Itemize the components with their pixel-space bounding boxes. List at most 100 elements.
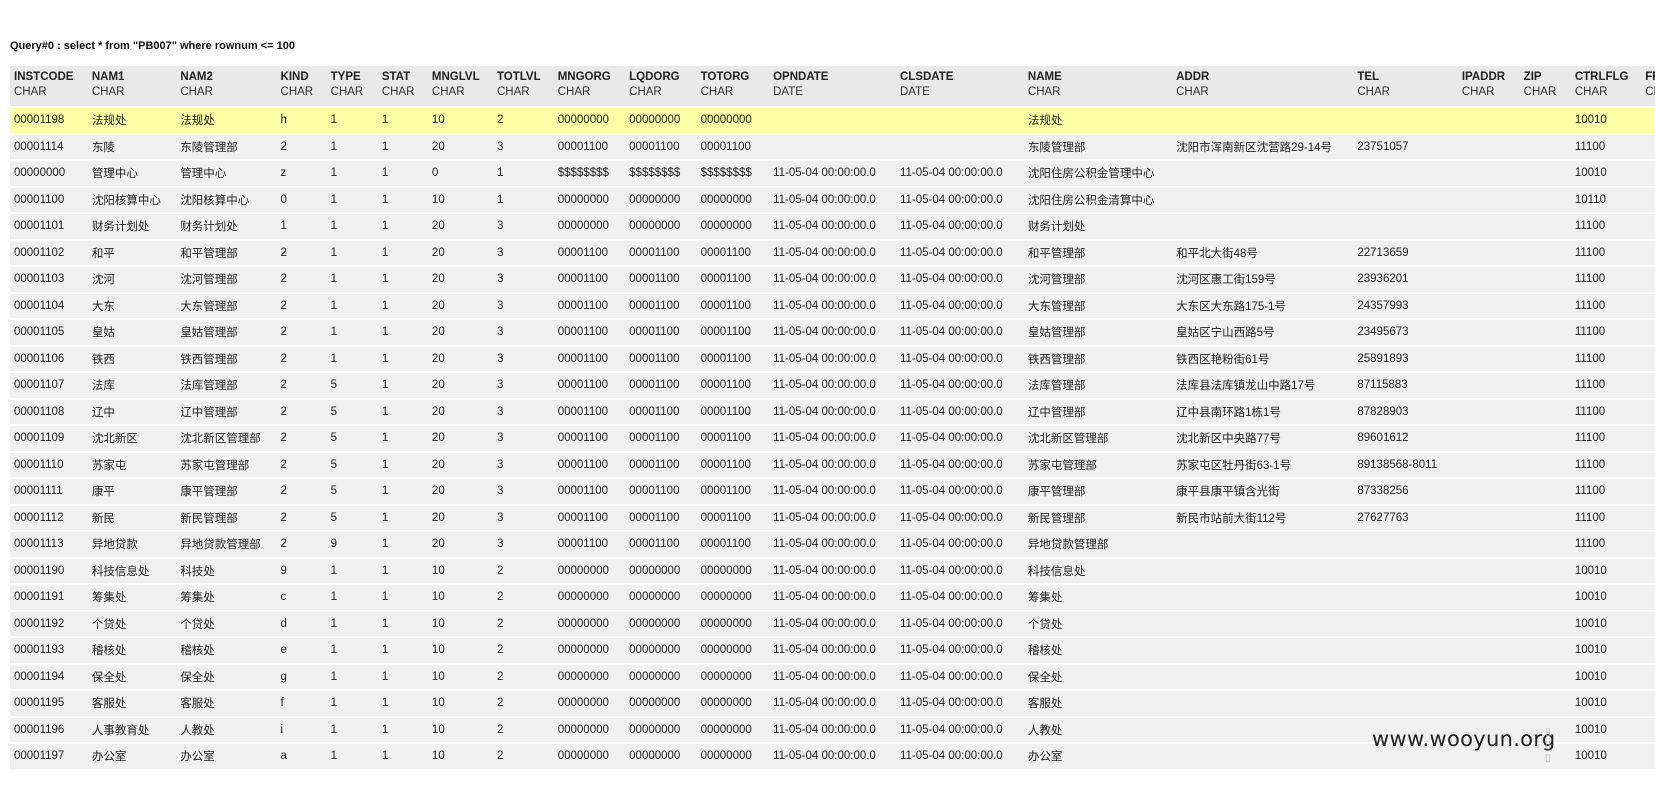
- cell-totlvl[interactable]: 2: [492, 611, 554, 638]
- cell-ctrlflg[interactable]: 11100: [1570, 267, 1642, 294]
- cell-instcode[interactable]: 00001107: [10, 373, 88, 400]
- cell-ipaddr[interactable]: [1457, 267, 1520, 294]
- cell-totorg[interactable]: 00001100: [696, 426, 770, 453]
- cell-tel[interactable]: [1353, 532, 1458, 559]
- table-row[interactable]: 00001112 新民 新民管理部 2 5 1 20 3 00001100 00001100 000…: [10, 505, 1655, 532]
- cell-type[interactable]: 1: [326, 611, 378, 638]
- cell-zip[interactable]: [1519, 346, 1571, 373]
- cell-totorg[interactable]: 00000000: [696, 691, 770, 718]
- cell-kind[interactable]: z: [276, 161, 327, 188]
- cell-lqdorg[interactable]: 00001100: [625, 532, 697, 559]
- cell-nam1[interactable]: 和平: [87, 240, 177, 267]
- cell-totorg[interactable]: 00001100: [696, 373, 770, 400]
- cell-tel[interactable]: 22713659: [1353, 240, 1458, 267]
- column-header-tel[interactable]: TEL CHAR: [1353, 66, 1458, 108]
- cell-tel[interactable]: [1353, 214, 1458, 241]
- cell-type[interactable]: 1: [326, 744, 378, 771]
- cell-clsdate[interactable]: 11-05-04 00:00:00.0: [895, 214, 1024, 241]
- column-header-lqdorg[interactable]: LQDORG CHAR: [625, 66, 697, 108]
- cell-nam1[interactable]: 管理中心: [87, 161, 177, 188]
- cell-kind[interactable]: 2: [276, 479, 327, 506]
- cell-nam2[interactable]: 科技处: [176, 558, 277, 585]
- cell-totorg[interactable]: 00000000: [696, 717, 770, 744]
- cell-totlvl[interactable]: 1: [492, 161, 554, 188]
- cell-kind[interactable]: 2: [276, 267, 327, 294]
- cell-ctrlflg[interactable]: 11100: [1570, 452, 1642, 479]
- table-row[interactable]: 00001105 皇姑 皇姑管理部 2 1 1 20 3 00001100 00001100 000…: [10, 320, 1655, 347]
- cell-type[interactable]: 1: [326, 585, 378, 612]
- cell-ipaddr[interactable]: [1457, 161, 1520, 188]
- cell-instcode[interactable]: 00001113: [10, 532, 88, 559]
- cell-mnglvl[interactable]: 10: [427, 744, 493, 771]
- cell-addr[interactable]: [1172, 187, 1354, 214]
- cell-type[interactable]: 1: [326, 108, 378, 135]
- cell-opndate[interactable]: 11-05-04 00:00:00.0: [769, 187, 896, 214]
- cell-instcode[interactable]: 00001196: [10, 717, 88, 744]
- table-row[interactable]: 00001102 和平 和平管理部 2 1 1 20 3 00001100 00001100 000…: [10, 240, 1655, 267]
- cell-clsdate[interactable]: 11-05-04 00:00:00.0: [895, 267, 1024, 294]
- cell-ctrlflg[interactable]: 10010: [1570, 638, 1642, 665]
- cell-stat[interactable]: 1: [377, 267, 428, 294]
- cell-totorg[interactable]: 00000000: [696, 187, 770, 214]
- cell-ipaddr[interactable]: [1457, 346, 1520, 373]
- cell-nam1[interactable]: 个贷处: [87, 611, 177, 638]
- cell-type[interactable]: 9: [326, 532, 378, 559]
- cell-totorg[interactable]: 00001100: [696, 267, 770, 294]
- column-header-totorg[interactable]: TOTORG CHAR: [696, 66, 770, 108]
- cell-totorg[interactable]: 00000000: [696, 214, 770, 241]
- cell-opndate[interactable]: 11-05-04 00:00:00.0: [769, 346, 896, 373]
- column-header-totlvl[interactable]: TOTLVL CHAR: [492, 66, 554, 108]
- cell-addr[interactable]: [1172, 744, 1354, 771]
- cell-mngorg[interactable]: 00000000: [553, 214, 626, 241]
- cell-totorg[interactable]: 00001100: [696, 346, 770, 373]
- cell-totlvl[interactable]: 2: [492, 664, 554, 691]
- cell-addr[interactable]: 苏家屯区牡丹街63-1号: [1172, 452, 1354, 479]
- cell-totorg[interactable]: 00001100: [696, 479, 770, 506]
- cell-mngorg[interactable]: 00000000: [553, 638, 626, 665]
- cell-instcode[interactable]: 00001194: [10, 664, 88, 691]
- cell-name[interactable]: 大东管理部: [1023, 293, 1173, 320]
- cell-type[interactable]: 1: [326, 293, 378, 320]
- cell-ctrlflg[interactable]: 11100: [1570, 399, 1642, 426]
- cell-instcode[interactable]: 00001112: [10, 505, 88, 532]
- cell-ipaddr[interactable]: [1457, 108, 1520, 135]
- cell-totlvl[interactable]: 3: [492, 373, 554, 400]
- cell-name[interactable]: 办公室: [1023, 744, 1173, 771]
- cell-clsdate[interactable]: 11-05-04 00:00:00.0: [895, 426, 1024, 453]
- cell-totlvl[interactable]: 3: [492, 452, 554, 479]
- cell-free[interactable]: [1641, 240, 1655, 267]
- cell-nam2[interactable]: 保全处: [176, 664, 277, 691]
- cell-ipaddr[interactable]: [1457, 691, 1520, 718]
- cell-tel[interactable]: [1353, 558, 1458, 585]
- cell-stat[interactable]: 1: [377, 664, 428, 691]
- cell-totorg[interactable]: 00001100: [696, 293, 770, 320]
- cell-mnglvl[interactable]: 20: [427, 267, 493, 294]
- cell-stat[interactable]: 1: [377, 585, 428, 612]
- cell-totlvl[interactable]: 3: [492, 346, 554, 373]
- cell-instcode[interactable]: 00001111: [10, 479, 88, 506]
- table-row[interactable]: 00001110 苏家屯 苏家屯管理部 2 5 1 20 3 00001100 00001100 0…: [10, 452, 1655, 479]
- cell-stat[interactable]: 1: [377, 399, 428, 426]
- cell-zip[interactable]: [1519, 320, 1571, 347]
- cell-zip[interactable]: [1519, 452, 1571, 479]
- cell-instcode[interactable]: 00001198: [10, 108, 88, 135]
- cell-mngorg[interactable]: 00000000: [553, 108, 626, 135]
- cell-name[interactable]: 个贷处: [1023, 611, 1173, 638]
- cell-zip[interactable]: [1519, 426, 1571, 453]
- cell-tel[interactable]: 27627763: [1353, 505, 1458, 532]
- cell-opndate[interactable]: 11-05-04 00:00:00.0: [769, 558, 896, 585]
- cell-zip[interactable]: [1519, 293, 1571, 320]
- table-row[interactable]: 00001193 稽核处 稽核处 e 1 1 10 2 00000000 00000000 0000…: [10, 638, 1655, 665]
- cell-nam1[interactable]: 客服处: [87, 691, 177, 718]
- cell-instcode[interactable]: 00001190: [10, 558, 88, 585]
- cell-clsdate[interactable]: 11-05-04 00:00:00.0: [895, 691, 1024, 718]
- cell-tel[interactable]: [1353, 187, 1458, 214]
- cell-type[interactable]: 1: [326, 558, 378, 585]
- cell-mnglvl[interactable]: 20: [427, 532, 493, 559]
- table-row[interactable]: 00001190 科技信息处 科技处 9 1 1 10 2 00000000 00000000 00…: [10, 558, 1655, 585]
- cell-nam2[interactable]: 苏家屯管理部: [176, 452, 277, 479]
- cell-clsdate[interactable]: 11-05-04 00:00:00.0: [895, 161, 1024, 188]
- cell-kind[interactable]: f: [276, 691, 327, 718]
- column-header-instcode[interactable]: INSTCODE CHAR: [10, 66, 88, 108]
- cell-clsdate[interactable]: 11-05-04 00:00:00.0: [895, 293, 1024, 320]
